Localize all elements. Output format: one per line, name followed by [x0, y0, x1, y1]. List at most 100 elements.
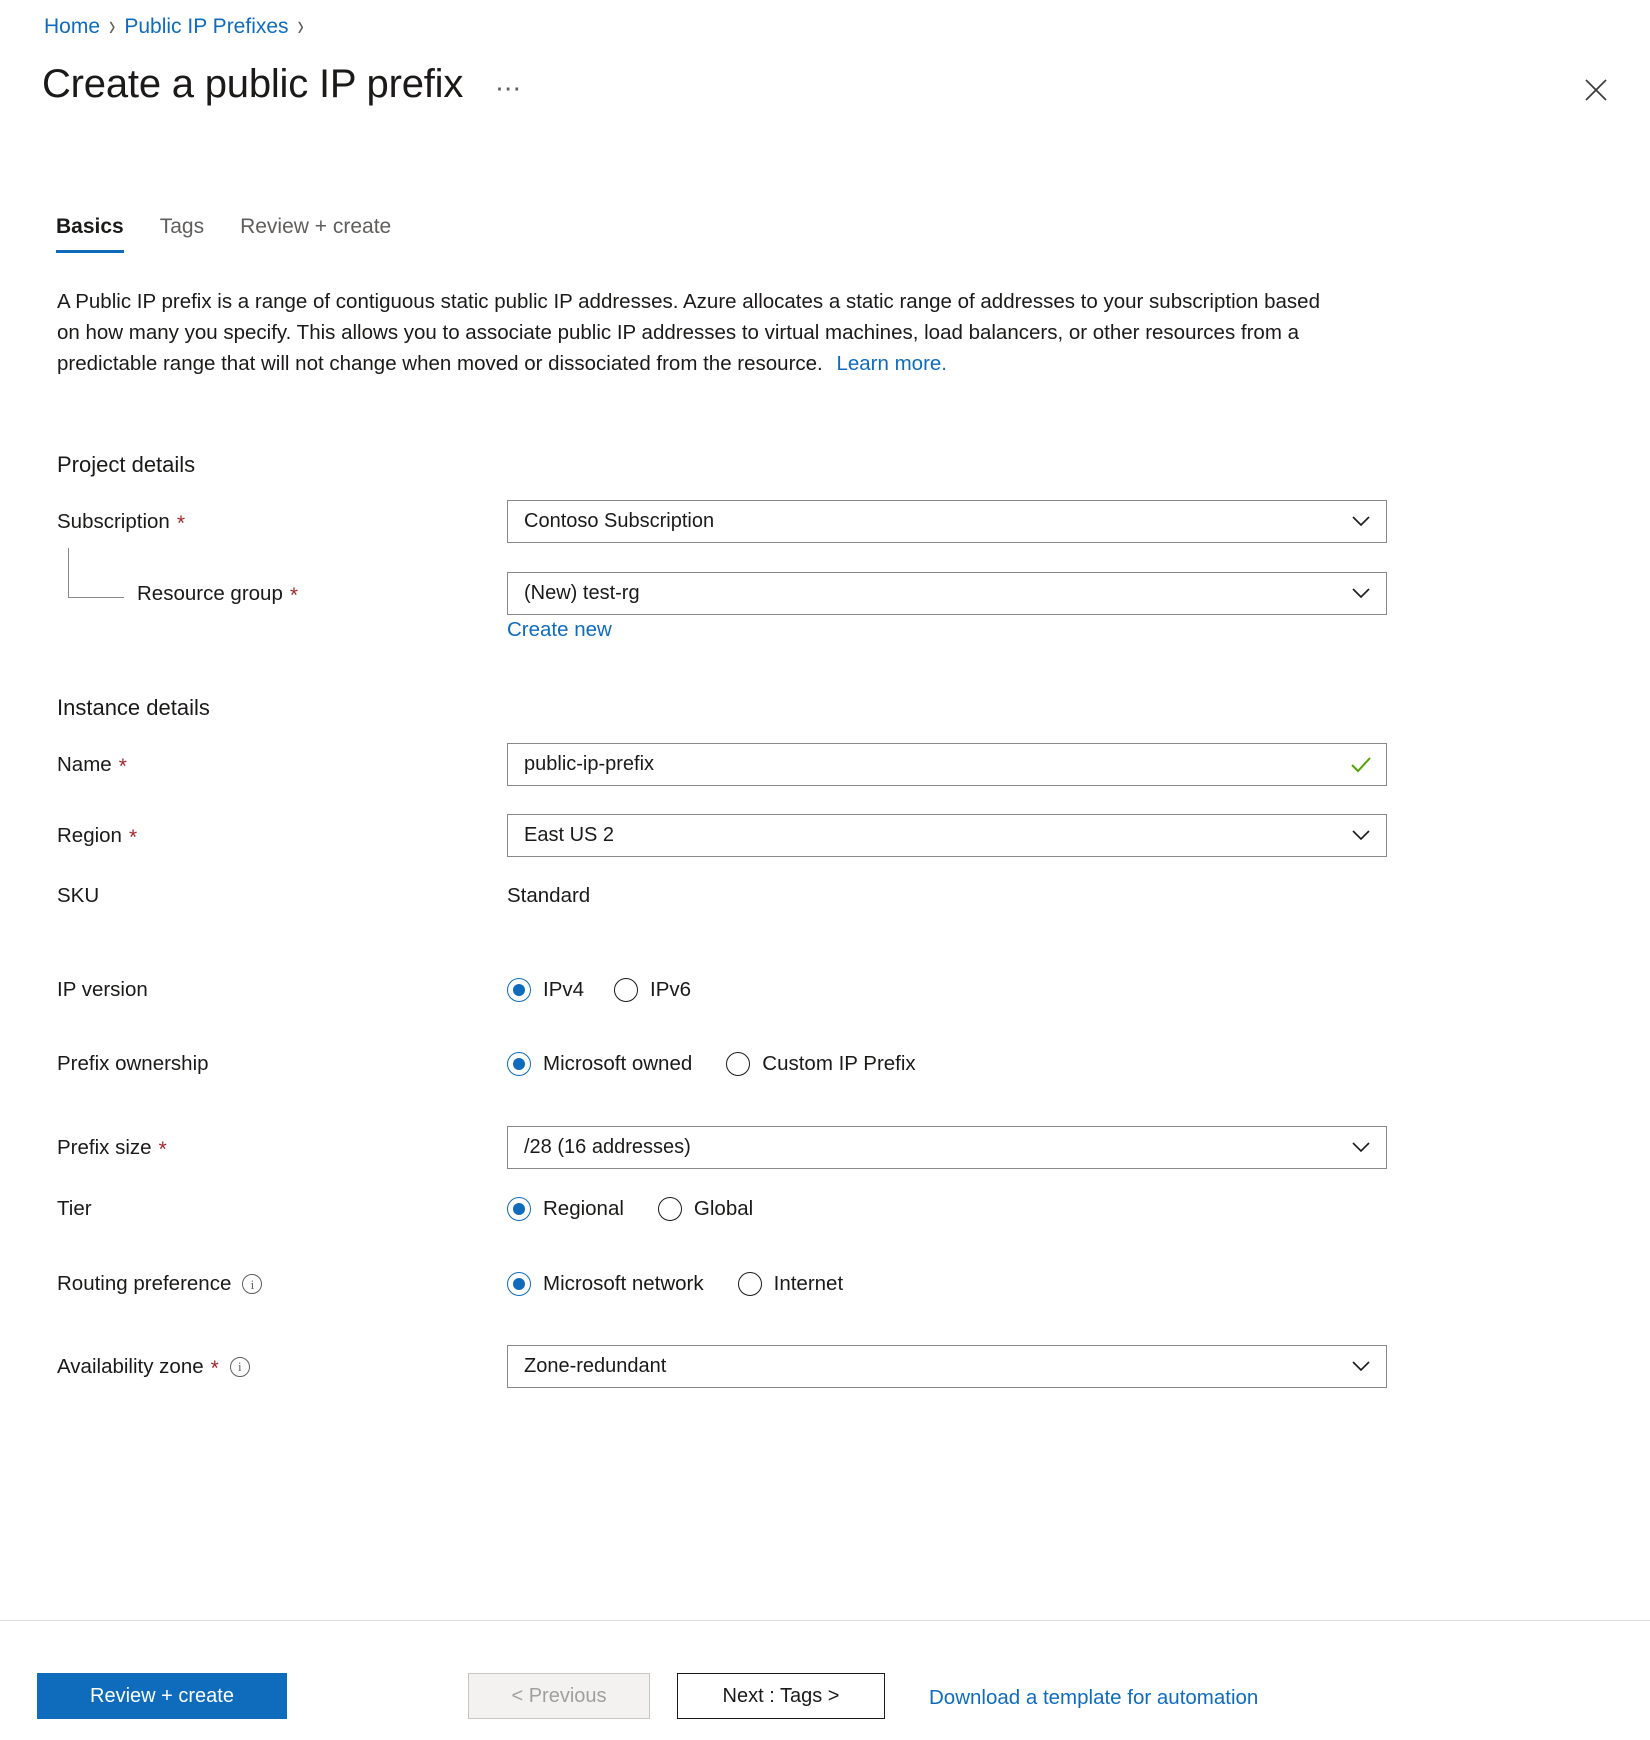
- info-icon[interactable]: i: [242, 1274, 262, 1294]
- radio-dot-icon: [507, 978, 531, 1002]
- create-new-resource-group-link[interactable]: Create new: [507, 618, 612, 642]
- radio-internet[interactable]: Internet: [738, 1272, 844, 1296]
- ip-version-label-text: IP version: [57, 978, 148, 1002]
- prefix-ownership-label: Prefix ownership: [57, 1052, 507, 1076]
- subscription-label: Subscription *: [57, 510, 507, 534]
- prefix-size-dropdown[interactable]: /28 (16 addresses): [507, 1126, 1387, 1169]
- form-row-availability-zone: Availability zone * i Zone-redundant: [57, 1345, 1557, 1388]
- resource-group-value: (New) test-rg: [524, 582, 1348, 605]
- chevron-down-icon: [1348, 516, 1374, 527]
- region-dropdown[interactable]: East US 2: [507, 814, 1387, 857]
- breadcrumb: Home › Public IP Prefixes ›: [44, 16, 304, 37]
- radio-dot-icon: [658, 1197, 682, 1221]
- form-row-region: Region * East US 2: [57, 814, 1557, 857]
- form-row-ip-version: IP version IPv4 IPv6: [57, 978, 1557, 1002]
- form-row-subscription: Subscription * Contoso Subscription: [57, 500, 1557, 543]
- more-options-icon[interactable]: ⋯: [489, 71, 529, 105]
- form-row-resource-group: Resource group * (New) test-rg: [57, 572, 1557, 615]
- routing-preference-label: Routing preference i: [57, 1272, 507, 1296]
- radio-regional-label: Regional: [543, 1197, 624, 1221]
- tier-label: Tier: [57, 1197, 507, 1221]
- name-label-text: Name: [57, 753, 112, 777]
- radio-dot-icon: [507, 1197, 531, 1221]
- sku-label-text: SKU: [57, 884, 99, 908]
- chevron-down-icon: [1348, 1361, 1374, 1372]
- breadcrumb-item-public-ip-prefixes[interactable]: Public IP Prefixes: [124, 16, 288, 37]
- radio-global-label: Global: [694, 1197, 753, 1221]
- radio-global[interactable]: Global: [658, 1197, 753, 1221]
- form-row-routing-preference: Routing preference i Microsoft network I…: [57, 1272, 1557, 1296]
- name-label: Name *: [57, 753, 507, 777]
- radio-dot-icon: [507, 1052, 531, 1076]
- radio-custom-ip-prefix[interactable]: Custom IP Prefix: [726, 1052, 915, 1076]
- required-asterisk: *: [129, 827, 137, 848]
- required-asterisk: *: [211, 1358, 219, 1379]
- radio-ipv6[interactable]: IPv6: [614, 978, 691, 1002]
- form-row-prefix-size: Prefix size * /28 (16 addresses): [57, 1126, 1557, 1169]
- prefix-ownership-radio-group: Microsoft owned Custom IP Prefix: [507, 1052, 916, 1076]
- section-title-instance-details: Instance details: [57, 695, 210, 721]
- form-row-tier: Tier Regional Global: [57, 1197, 1557, 1221]
- availability-zone-label-text: Availability zone: [57, 1355, 204, 1379]
- next-tags-button[interactable]: Next : Tags >: [677, 1673, 885, 1719]
- footer-bar: Review + create < Previous Next : Tags >…: [0, 1621, 1650, 1740]
- learn-more-link[interactable]: Learn more.: [836, 348, 947, 379]
- prefix-size-label-text: Prefix size: [57, 1136, 152, 1160]
- radio-dot-icon: [614, 978, 638, 1002]
- chevron-down-icon: [1348, 588, 1374, 599]
- required-asterisk: *: [119, 756, 127, 777]
- title-row: Create a public IP prefix ⋯: [42, 60, 529, 108]
- ip-version-radio-group: IPv4 IPv6: [507, 978, 691, 1002]
- radio-ipv4[interactable]: IPv4: [507, 978, 584, 1002]
- radio-custom-ip-prefix-label: Custom IP Prefix: [762, 1052, 915, 1076]
- radio-dot-icon: [738, 1272, 762, 1296]
- name-input[interactable]: public-ip-prefix: [507, 743, 1387, 786]
- description-text: A Public IP prefix is a range of contigu…: [57, 290, 1320, 375]
- sku-value: Standard: [507, 884, 590, 908]
- radio-dot-icon: [507, 1272, 531, 1296]
- form-row-name: Name * public-ip-prefix: [57, 743, 1557, 786]
- radio-ipv6-label: IPv6: [650, 978, 691, 1002]
- required-asterisk: *: [159, 1139, 167, 1160]
- radio-microsoft-owned-label: Microsoft owned: [543, 1052, 692, 1076]
- breadcrumb-item-home[interactable]: Home: [44, 16, 100, 37]
- info-icon[interactable]: i: [230, 1357, 250, 1377]
- download-template-link[interactable]: Download a template for automation: [929, 1686, 1258, 1710]
- tab-tags[interactable]: Tags: [142, 215, 222, 253]
- radio-ipv4-label: IPv4: [543, 978, 584, 1002]
- form-row-prefix-ownership: Prefix ownership Microsoft owned Custom …: [57, 1052, 1557, 1076]
- name-value: public-ip-prefix: [524, 753, 1348, 776]
- review-create-button[interactable]: Review + create: [37, 1673, 287, 1719]
- chevron-down-icon: [1348, 1142, 1374, 1153]
- radio-dot-icon: [726, 1052, 750, 1076]
- breadcrumb-chevron-icon-2: ›: [298, 12, 304, 41]
- tab-basics[interactable]: Basics: [56, 215, 142, 253]
- prefix-size-label: Prefix size *: [57, 1136, 507, 1160]
- previous-button: < Previous: [468, 1673, 650, 1719]
- radio-microsoft-owned[interactable]: Microsoft owned: [507, 1052, 692, 1076]
- close-icon[interactable]: [1574, 68, 1618, 112]
- prefix-size-value: /28 (16 addresses): [524, 1136, 1348, 1159]
- sku-label: SKU: [57, 884, 507, 908]
- availability-zone-dropdown[interactable]: Zone-redundant: [507, 1345, 1387, 1388]
- region-label: Region *: [57, 824, 507, 848]
- radio-regional[interactable]: Regional: [507, 1197, 624, 1221]
- radio-microsoft-network[interactable]: Microsoft network: [507, 1272, 704, 1296]
- ip-version-label: IP version: [57, 978, 507, 1002]
- availability-zone-value: Zone-redundant: [524, 1355, 1348, 1378]
- subscription-label-text: Subscription: [57, 510, 170, 534]
- breadcrumb-chevron-icon: ›: [109, 12, 115, 41]
- subscription-dropdown[interactable]: Contoso Subscription: [507, 500, 1387, 543]
- section-title-project-details: Project details: [57, 452, 195, 478]
- form-row-sku: SKU Standard: [57, 884, 1557, 908]
- page-description: A Public IP prefix is a range of contigu…: [57, 286, 1347, 379]
- chevron-down-icon: [1348, 830, 1374, 841]
- resource-group-label: Resource group *: [57, 582, 507, 606]
- routing-preference-label-text: Routing preference: [57, 1272, 231, 1296]
- routing-preference-radio-group: Microsoft network Internet: [507, 1272, 843, 1296]
- tab-list: Basics Tags Review + create: [56, 215, 409, 253]
- tab-review-create[interactable]: Review + create: [222, 215, 409, 253]
- page-title: Create a public IP prefix: [42, 60, 463, 108]
- region-label-text: Region: [57, 824, 122, 848]
- resource-group-dropdown[interactable]: (New) test-rg: [507, 572, 1387, 615]
